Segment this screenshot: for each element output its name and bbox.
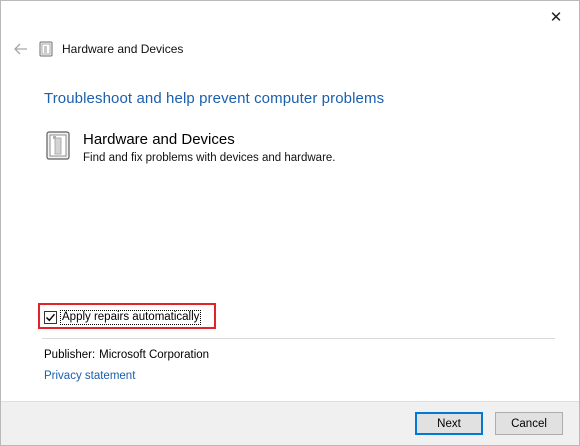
apply-repairs-option[interactable]: Apply repairs automatically [44,310,202,325]
item-description: Find and fix problems with devices and h… [83,152,336,164]
page-title: Troubleshoot and help prevent computer p… [44,90,385,107]
publisher-label: Publisher: [44,349,96,361]
troubleshooter-item: Hardware and Devices Find and fix proble… [44,131,336,165]
navigation-bar: Hardware and Devices [11,37,183,61]
apply-repairs-checkbox[interactable] [44,311,57,324]
apply-repairs-label[interactable]: Apply repairs automatically [60,310,202,325]
back-arrow-icon[interactable] [11,39,31,59]
privacy-statement-link[interactable]: Privacy statement [44,370,135,382]
hardware-device-icon [44,131,74,161]
next-button[interactable]: Next [415,412,483,435]
title-bar: ✕ [1,1,579,33]
publisher-value: Microsoft Corporation [99,349,210,361]
troubleshooter-window: ✕ Hardware and Devices Troubleshoot and … [0,0,580,446]
nav-title: Hardware and Devices [62,42,184,56]
item-text: Hardware and Devices Find and fix proble… [83,131,336,165]
hardware-device-icon [39,40,55,58]
divider [42,338,555,339]
footer-bar: Next Cancel [1,401,579,445]
item-title: Hardware and Devices [83,131,235,148]
close-icon[interactable]: ✕ [533,1,579,33]
publisher-info: Publisher: Microsoft Corporation [44,349,209,361]
cancel-button[interactable]: Cancel [495,412,563,435]
